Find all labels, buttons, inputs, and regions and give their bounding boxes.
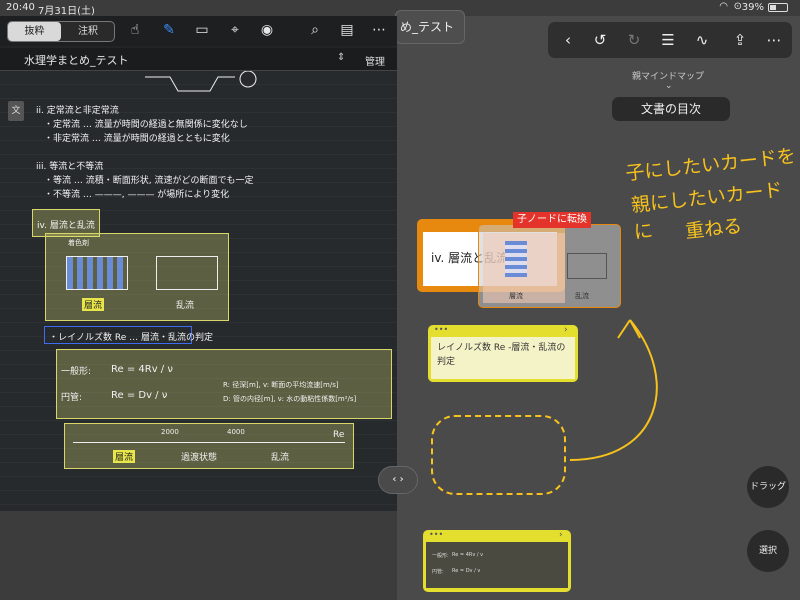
reynolds-card[interactable]: ••• › レイノルズ数 Re -層流・乱流の判定 <box>428 325 578 382</box>
section-iii-heading: iii. 等流と不等流 <box>36 162 104 172</box>
formula-card[interactable]: ••• › 一般形: 円管: Re = 4Rv / ν Re = Dv / ν <box>423 530 571 592</box>
convert-to-child-label: 子ノードに転換 <box>513 212 591 228</box>
battery-percent: 39% <box>741 2 764 13</box>
select-button[interactable]: 選択 <box>747 530 789 572</box>
drag-arrow <box>569 319 658 461</box>
flow-diagram-excerpt[interactable]: 着色剤 層流 乱流 <box>45 233 229 321</box>
document-tab[interactable]: め_テスト <box>395 10 465 44</box>
pen-style-icon[interactable]: ∿ <box>692 30 712 50</box>
lasso-icon[interactable]: ⌖ <box>226 21 244 39</box>
mode-segmented-control: 抜粋 注釈 <box>7 21 115 42</box>
more-icon[interactable]: ⋯ <box>764 30 784 50</box>
reynolds-formula-excerpt[interactable]: 一般形: 円管: Re = 4Rv / ν Re = Dv / ν R: 径深[… <box>56 349 392 419</box>
laminar-label: 層流 <box>82 298 105 311</box>
document-title: 水理学まとめ_テスト <box>24 54 129 67</box>
flow-regime-scale-excerpt[interactable]: 2000 4000 Re 層流 過渡状態 乱流 <box>64 423 354 469</box>
toc-node[interactable]: 文書の目次 <box>612 97 730 121</box>
channel-sketch <box>145 71 257 92</box>
annotation-mode-button[interactable]: 注釈 <box>62 22 114 41</box>
card-dots-icon: ••• <box>429 530 444 539</box>
turbulent-pipe-sketch <box>156 256 218 290</box>
turbulent-sketch <box>567 253 607 279</box>
translate-icon[interactable]: 文 <box>8 101 24 121</box>
back-icon[interactable]: ‹ <box>558 30 578 50</box>
laminar-pipe-sketch <box>66 256 128 290</box>
sort-icon[interactable]: ⇕ <box>337 52 345 63</box>
turbulent-label: 乱流 <box>176 301 195 311</box>
more-icon[interactable]: ⋯ <box>370 21 388 39</box>
formula-card-body: 一般形: 円管: Re = 4Rv / ν Re = Dv / ν <box>426 542 568 588</box>
formula-general: Re = 4Rv / ν <box>111 364 173 375</box>
search-icon[interactable]: ⌕ <box>306 21 324 39</box>
hand-icon[interactable]: ☝ <box>126 21 144 39</box>
undo-icon[interactable]: ↺ <box>590 30 610 50</box>
rotation-lock-icon: ⊙ <box>733 1 742 12</box>
pen-icon[interactable]: ✎ <box>160 21 178 39</box>
manage-button[interactable]: 管理 <box>365 53 385 68</box>
section-ii-heading: ii. 定常流と非定常流 <box>36 106 119 116</box>
formula-pipe: Re = Dv / ν <box>111 390 168 401</box>
laminar-sketch <box>505 241 527 277</box>
split-view-handle[interactable]: ‹ › <box>378 466 418 494</box>
drag-button[interactable]: ドラッグ <box>747 466 789 508</box>
reynolds-card-text: レイノルズ数 Re -層流・乱流の判定 <box>431 337 575 379</box>
reynolds-selection[interactable]: ・レイノルズ数 Re … 層流・乱流の判定 <box>44 326 213 344</box>
chevron-down-icon[interactable]: ⌄ <box>665 81 673 91</box>
share-icon[interactable]: ⇪ <box>730 30 750 50</box>
note-page: 文 ii. 定常流と非定常流 ・定常流 … 流量が時間の経過と無関係に変化なし … <box>0 71 397 511</box>
wifi-icon: ◠ <box>719 1 728 12</box>
list-icon[interactable]: ☰ <box>658 30 678 50</box>
status-date: 7月31日(土) <box>38 6 95 17</box>
drag-origin-outline <box>431 415 566 495</box>
card-expand-icon[interactable]: › <box>559 530 563 540</box>
status-time: 20:40 <box>6 2 35 13</box>
excerpt-mode-button[interactable]: 抜粋 <box>8 22 61 41</box>
bookmark-icon[interactable]: ▤ <box>338 21 356 39</box>
camera-icon[interactable]: ◉ <box>258 21 276 39</box>
battery-icon <box>768 3 788 12</box>
card-dots-icon: ••• <box>434 325 449 334</box>
rect-select-icon[interactable]: ▭ <box>193 21 211 39</box>
redo-icon[interactable]: ↻ <box>624 30 644 50</box>
